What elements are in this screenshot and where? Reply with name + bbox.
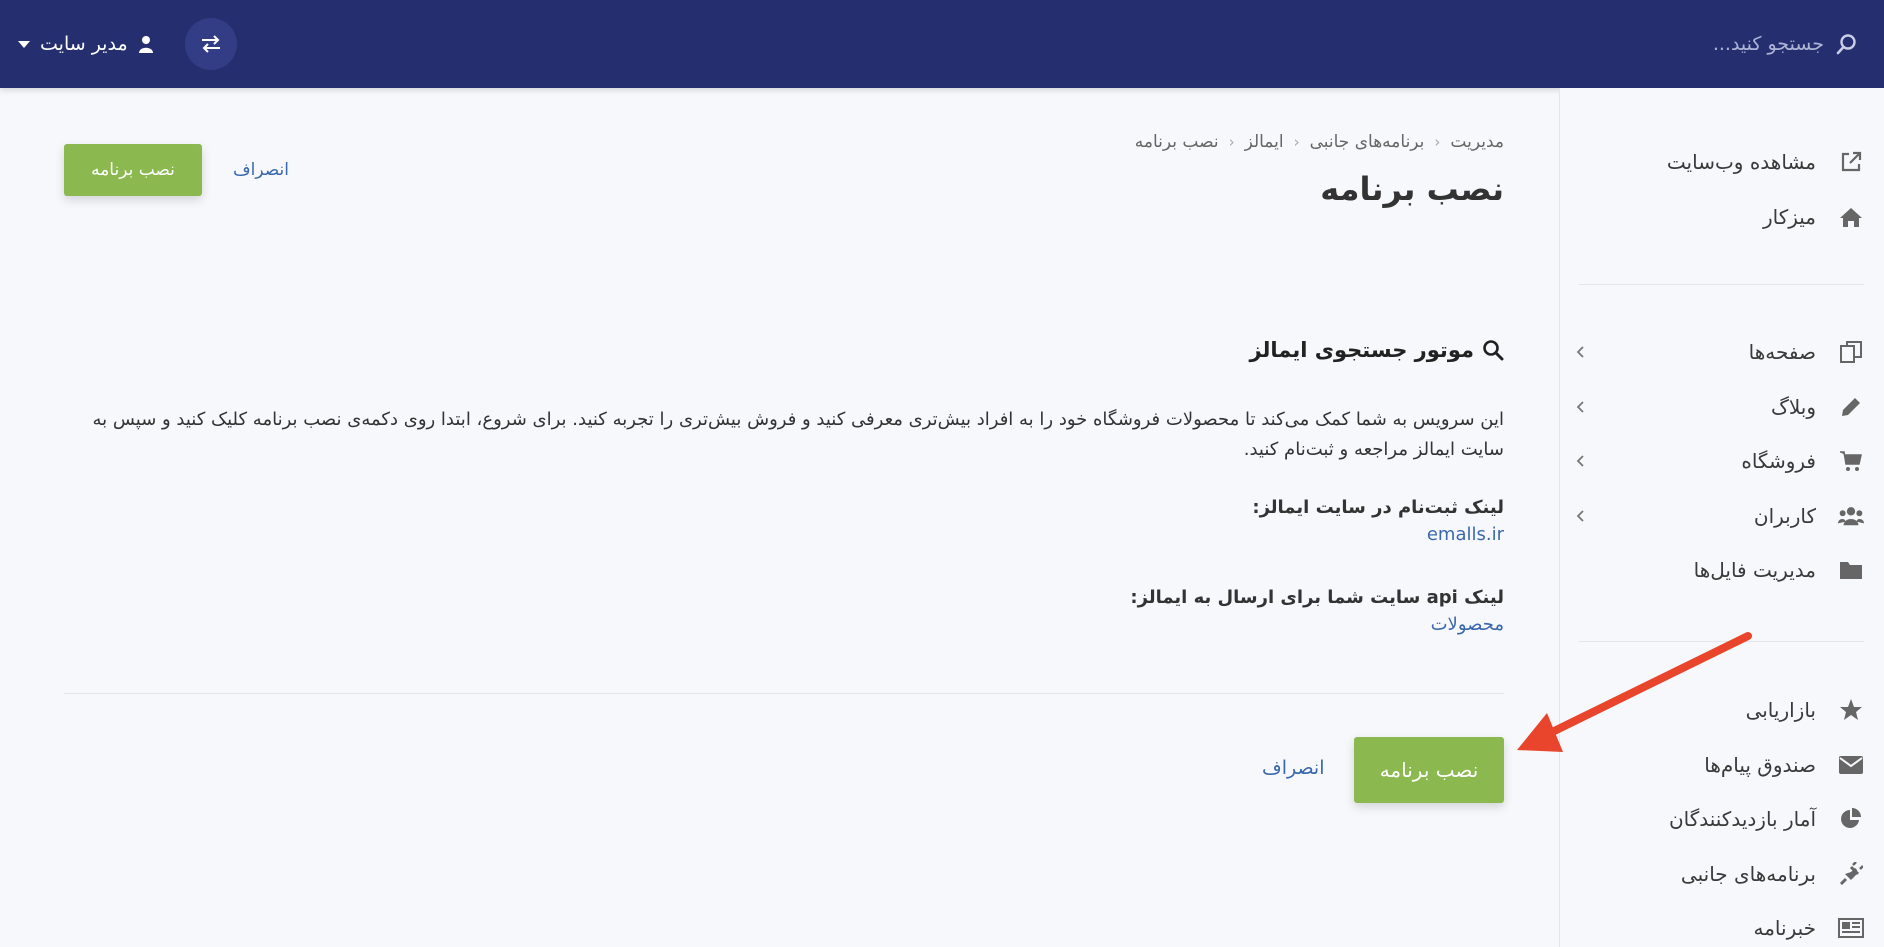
sidebar-item-view-website[interactable]: مشاهده وب‌سایت xyxy=(1574,140,1864,184)
divider xyxy=(64,693,1504,694)
section-title: موتور جستجوی ایمالز xyxy=(1249,338,1504,362)
sidebar-item-label: برنامه‌های جانبی xyxy=(1680,862,1816,886)
sidebar-item-dashboard[interactable]: میزکار xyxy=(1574,195,1864,239)
plug-icon xyxy=(1838,861,1864,887)
users-icon xyxy=(1838,503,1864,529)
sidebar-item-visitor-stats[interactable]: آمار بازدیدکنندگان xyxy=(1574,797,1864,841)
folder-icon xyxy=(1838,557,1864,583)
sidebar-item-label: وبلاگ xyxy=(1770,395,1816,419)
install-button-bottom[interactable]: نصب برنامه xyxy=(1354,737,1504,803)
breadcrumb-separator-icon: ‹ xyxy=(1293,133,1300,151)
api-link-label: لینک api سایت شما برای ارسال به ایمالز: xyxy=(1130,587,1504,608)
sidebar-item-marketing[interactable]: بازاریابی xyxy=(1574,688,1864,732)
sidebar-item-label: میزکار xyxy=(1762,205,1816,229)
newspaper-icon xyxy=(1838,915,1864,941)
pie-chart-icon xyxy=(1838,806,1864,832)
sidebar-item-label: فروشگاه xyxy=(1741,449,1816,473)
home-icon xyxy=(1838,204,1864,230)
breadcrumb-separator-icon: ‹ xyxy=(1228,133,1235,151)
sidebar-item-label: مدیریت فایل‌ها xyxy=(1693,558,1816,582)
breadcrumb-item-current: نصب برنامه xyxy=(1134,132,1219,152)
sidebar-item-blog[interactable]: وبلاگ xyxy=(1574,385,1864,429)
chevron-left-icon xyxy=(1576,401,1584,413)
chevron-left-icon xyxy=(1576,346,1584,358)
section-description: این سرویس به شما کمک می‌کند تا محصولات ف… xyxy=(92,409,1504,460)
pencil-icon xyxy=(1838,394,1864,420)
search-icon[interactable] xyxy=(1836,33,1858,55)
sidebar-item-label: بازاریابی xyxy=(1745,698,1816,722)
sidebar-item-label: آمار بازدیدکنندگان xyxy=(1668,807,1816,831)
search-box xyxy=(1604,26,1858,62)
search-icon xyxy=(1483,340,1504,361)
breadcrumb: مدیریت ‹ برنامه‌های جانبی ‹ ایمالز ‹ نصب… xyxy=(1135,132,1504,152)
breadcrumb-item[interactable]: برنامه‌های جانبی xyxy=(1310,132,1425,152)
page-title: نصب برنامه xyxy=(1320,170,1504,208)
user-name: مدیر سایت xyxy=(40,33,128,55)
search-input[interactable] xyxy=(1604,33,1824,55)
sidebar-item-users[interactable]: کاربران xyxy=(1574,494,1864,538)
sidebar-item-inbox[interactable]: صندوق پیام‌ها xyxy=(1574,743,1864,787)
sidebar-item-plugins[interactable]: برنامه‌های جانبی xyxy=(1574,852,1864,896)
sidebar-item-label: خبرنامه xyxy=(1753,916,1816,940)
user-menu[interactable]: مدیر سایت xyxy=(18,28,154,60)
signup-link-label: لینک ثبت‌نام در سایت ایمالز: xyxy=(1252,497,1504,518)
sidebar-divider xyxy=(1579,641,1864,642)
breadcrumb-item[interactable]: مدیریت xyxy=(1450,132,1504,152)
envelope-icon xyxy=(1838,752,1864,778)
section-title-text: موتور جستجوی ایمالز xyxy=(1249,338,1474,362)
switch-button[interactable] xyxy=(185,18,237,70)
cart-icon xyxy=(1838,448,1864,474)
cancel-link-bottom[interactable]: انصراف xyxy=(1262,757,1325,779)
api-link[interactable]: محصولات xyxy=(1431,614,1504,635)
sidebar-divider xyxy=(1579,284,1864,285)
install-button-top[interactable]: نصب برنامه xyxy=(64,144,202,196)
sidebar-item-label: صندوق پیام‌ها xyxy=(1704,753,1816,777)
sidebar-item-shop[interactable]: فروشگاه xyxy=(1574,439,1864,483)
sidebar-item-pages[interactable]: صفحه‌ها xyxy=(1574,330,1864,374)
breadcrumb-item[interactable]: ایمالز xyxy=(1245,132,1284,152)
star-icon xyxy=(1838,697,1864,723)
external-link-icon xyxy=(1838,149,1864,175)
user-icon xyxy=(138,35,154,53)
chevron-left-icon xyxy=(1576,510,1584,522)
sidebar-item-newsletter[interactable]: خبرنامه xyxy=(1574,906,1864,947)
cancel-link-top[interactable]: انصراف xyxy=(233,160,289,180)
exchange-icon xyxy=(202,35,220,53)
pages-icon xyxy=(1838,339,1864,365)
chevron-left-icon xyxy=(1576,455,1584,467)
sidebar: مشاهده وب‌سایت میزکار صفحه‌ها وبلاگ فروش… xyxy=(1559,88,1884,947)
signup-link[interactable]: emalls.ir xyxy=(1427,524,1504,545)
sidebar-item-label: صفحه‌ها xyxy=(1748,340,1816,364)
breadcrumb-separator-icon: ‹ xyxy=(1434,133,1441,151)
sidebar-item-label: کاربران xyxy=(1753,504,1816,528)
top-navbar: مدیر سایت xyxy=(0,0,1884,88)
sidebar-item-label: مشاهده وب‌سایت xyxy=(1666,150,1816,174)
caret-down-icon xyxy=(18,40,30,48)
sidebar-item-file-manager[interactable]: مدیریت فایل‌ها xyxy=(1574,548,1864,592)
